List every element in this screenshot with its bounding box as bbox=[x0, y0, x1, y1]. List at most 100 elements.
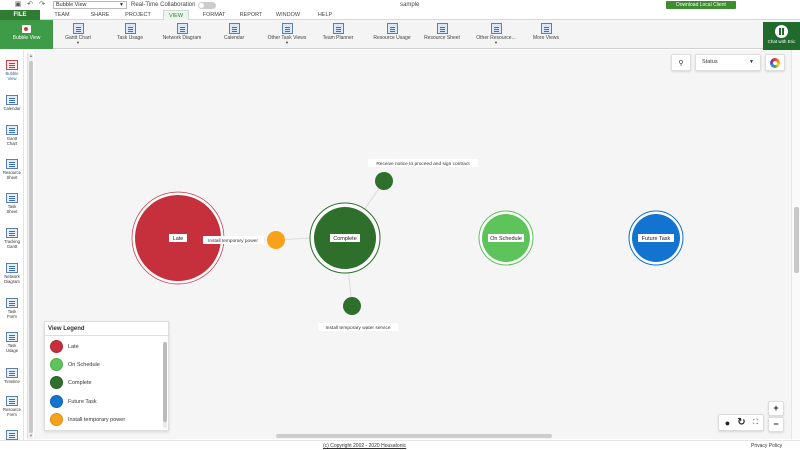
resource-sheet-button[interactable]: Resource Sheet bbox=[422, 23, 462, 41]
bubble-view-icon bbox=[22, 25, 31, 33]
resource-sheet-icon bbox=[6, 159, 18, 169]
other-task-views-button[interactable]: Other Task Views ▼ bbox=[264, 23, 310, 45]
tab-window[interactable]: WINDOW bbox=[274, 10, 302, 20]
tab-format[interactable]: FORMAT bbox=[200, 10, 228, 20]
center-dot-icon[interactable]: ● bbox=[720, 415, 735, 432]
vertical-scrollbar-thumb[interactable] bbox=[794, 207, 799, 273]
gantt-chart-button[interactable]: Gantt Chart ▼ bbox=[60, 23, 96, 45]
network-diagram-icon bbox=[176, 23, 188, 34]
tab-team[interactable]: TEAM bbox=[52, 10, 72, 20]
team-planner-label: Team Planner bbox=[322, 35, 354, 41]
bubble-view-icon bbox=[6, 60, 18, 70]
install-water-bubble-circle[interactable] bbox=[343, 297, 361, 315]
zoom-in-button[interactable]: + bbox=[768, 401, 784, 416]
layout-controls: ● ↻ ⛶ bbox=[718, 414, 764, 431]
tab-report[interactable]: REPORT bbox=[238, 10, 264, 20]
search-icon: ⚲ bbox=[678, 60, 684, 67]
bubble-complete[interactable]: Complete bbox=[309, 202, 381, 274]
tab-project[interactable]: PROJECT bbox=[123, 10, 153, 20]
sidebar-item-resource-sheet[interactable]: Resource Sheet bbox=[0, 159, 24, 180]
view-selector[interactable]: Bubble View ▼ bbox=[53, 1, 127, 9]
calendar-icon bbox=[6, 95, 18, 105]
sidebar-item-label: Chart bbox=[6, 141, 18, 146]
sidebar-item-gantt-chart[interactable]: Gantt Chart bbox=[0, 125, 24, 146]
chevron-down-icon: ▼ bbox=[119, 2, 124, 8]
redo-icon[interactable]: ↷ bbox=[38, 1, 46, 9]
canvas-horizontal-scrollbar[interactable] bbox=[34, 433, 791, 439]
legend-item-label: Complete bbox=[68, 380, 92, 386]
bubble-future-task[interactable]: Future Task bbox=[628, 210, 684, 266]
resource-usage-icon bbox=[386, 23, 398, 34]
team-planner-button[interactable]: Team Planner bbox=[320, 23, 356, 41]
tab-view[interactable]: VIEW bbox=[163, 10, 189, 20]
calendar-label: Calendar bbox=[223, 35, 245, 41]
legend-scrollbar-thumb[interactable] bbox=[163, 342, 167, 422]
sidebar-item-network-diagram[interactable]: Network Diagram bbox=[0, 263, 24, 284]
sidebar-item-label: View bbox=[7, 76, 17, 81]
fullscreen-icon[interactable]: ⛶ bbox=[748, 415, 763, 432]
search-button[interactable]: ⚲ bbox=[671, 54, 691, 71]
legend-item-label: On Schedule bbox=[68, 362, 100, 368]
legend-item-complete: Complete bbox=[50, 376, 160, 390]
save-icon[interactable]: ▣ bbox=[14, 1, 22, 9]
resource-sheet-icon bbox=[436, 23, 448, 34]
status-select[interactable]: Status ▼ bbox=[695, 54, 761, 71]
resource-usage-button[interactable]: Resource Usage bbox=[370, 23, 414, 41]
realtime-collaboration-label: Real-Time Collaboration bbox=[131, 2, 196, 8]
sidebar-item-label: Sheet bbox=[6, 175, 18, 180]
app-window: ▣ ↶ ↷ Bubble View ▼ Real-Time Collaborat… bbox=[0, 0, 800, 450]
tab-help[interactable]: HELP bbox=[316, 10, 334, 20]
refresh-icon[interactable]: ↻ bbox=[734, 415, 749, 432]
bubble-on-schedule[interactable]: On Schedule bbox=[478, 210, 534, 266]
canvas-vertical-scrollbar[interactable] bbox=[791, 50, 800, 439]
status-select-value: Status bbox=[702, 59, 718, 65]
undo-icon[interactable]: ↶ bbox=[26, 1, 34, 9]
color-wheel-icon bbox=[770, 58, 780, 68]
legend-item-install-power: Install temporary power bbox=[50, 413, 160, 427]
network-diagram-button[interactable]: Network Diagram bbox=[158, 23, 206, 41]
color-settings-button[interactable] bbox=[765, 54, 785, 71]
chevron-down-icon: ▼ bbox=[76, 40, 80, 45]
copyright-link[interactable]: (c) Copyright 2002 - 2020 Housatonic bbox=[323, 441, 406, 450]
menu-bar: FILE TEAM SHARE PROJECT VIEW FORMAT REPO… bbox=[0, 10, 800, 20]
sidebar-item-bubble-view[interactable]: Bubble View bbox=[0, 60, 24, 81]
sidebar-item-task-form[interactable]: Task Form bbox=[0, 298, 24, 319]
legend-swatch bbox=[50, 413, 63, 426]
more-views-button[interactable]: More Views bbox=[530, 23, 562, 41]
install-power-label: Install temporary power bbox=[208, 238, 258, 244]
sidebar-item-task-usage[interactable]: Task Usage bbox=[0, 332, 24, 353]
sidebar-item-tracking-gantt[interactable]: Tracking Gantt bbox=[0, 228, 24, 249]
receive-notice-bubble-circle[interactable] bbox=[375, 172, 393, 190]
gantt-chart-icon bbox=[6, 125, 18, 135]
task-usage-button[interactable]: Task Usage bbox=[112, 23, 148, 41]
tab-share[interactable]: SHARE bbox=[89, 10, 111, 20]
sidebar-item-calendar[interactable]: Calendar bbox=[0, 95, 24, 111]
ribbon: Bubble View Gantt Chart ▼ Task Usage Net… bbox=[0, 20, 800, 49]
view-legend: View Legend Late On Schedule Complete Fu… bbox=[44, 321, 170, 431]
legend-item-label: Future Task bbox=[68, 399, 97, 405]
bubble-view-button[interactable]: Bubble View bbox=[0, 20, 53, 49]
chat-with-eric-button[interactable]: Chat with Eric bbox=[763, 22, 800, 50]
zoom-out-button[interactable]: − bbox=[768, 417, 784, 432]
tab-file[interactable]: FILE bbox=[0, 10, 40, 20]
realtime-collaboration-toggle[interactable] bbox=[198, 2, 216, 9]
view-selector-value: Bubble View bbox=[56, 2, 87, 8]
sidebar-item-resource-form[interactable]: Resource Form bbox=[0, 396, 24, 417]
minus-icon: − bbox=[773, 419, 779, 429]
install-water-label: Install temporary water service bbox=[325, 325, 390, 331]
sidebar-scrollbar-thumb[interactable] bbox=[29, 61, 33, 433]
task-sheet-icon bbox=[6, 193, 18, 203]
legend-scrollbar[interactable] bbox=[163, 342, 167, 428]
sidebar-item-task-sheet[interactable]: Task Sheet bbox=[0, 193, 24, 214]
other-resource-views-button[interactable]: Other Resource... ▼ bbox=[472, 23, 520, 45]
privacy-policy-link[interactable]: Privacy Policy bbox=[751, 441, 782, 450]
download-local-client-button[interactable]: Download Local Client bbox=[666, 1, 736, 9]
install-power-bubble-circle[interactable] bbox=[267, 231, 285, 249]
sidebar-item-label: Calendar bbox=[3, 106, 21, 111]
horizontal-scrollbar-thumb[interactable] bbox=[276, 434, 552, 438]
calendar-button[interactable]: Calendar bbox=[218, 23, 250, 41]
sidebar-item-timeline[interactable]: Timeline bbox=[0, 368, 24, 384]
gantt-chart-icon bbox=[72, 23, 84, 34]
sidebar-scrollbar[interactable]: ▲ ▼ bbox=[27, 53, 33, 439]
sidebar-item-label: Usage bbox=[5, 348, 19, 353]
